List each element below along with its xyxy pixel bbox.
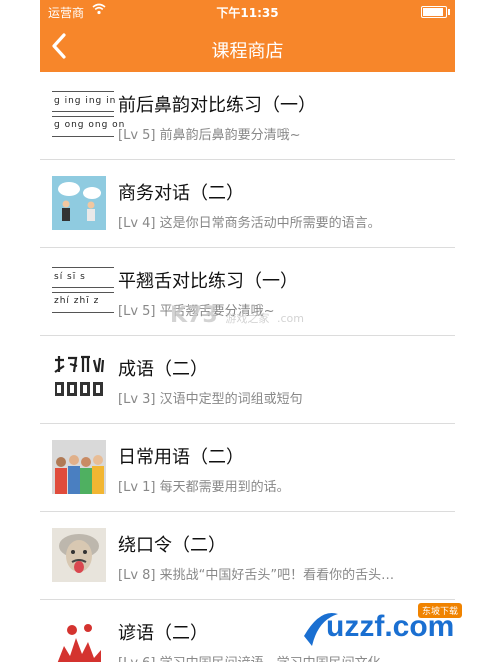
business-dialogue-image bbox=[52, 176, 106, 230]
pinyin-thumbnail: sí sī s zhí zhī z bbox=[52, 264, 114, 318]
pinyin-top-label: ɡ ing ing in bbox=[54, 96, 117, 106]
logo-tag: 东坡下载 bbox=[418, 603, 463, 618]
idiom-calligraphy-image bbox=[52, 352, 106, 406]
watermark: K73 游戏之家 .com bbox=[170, 303, 304, 328]
papercut-image bbox=[52, 616, 106, 662]
pinyin-thumbnail: ɡ ing ing in ɡ ong ong on bbox=[52, 88, 124, 142]
status-time: 下午11:35 bbox=[216, 6, 279, 20]
course-list: ɡ ing ing in ɡ ong ong on 前后鼻韵对比练习（一） [L… bbox=[40, 72, 455, 662]
course-description: [Lv 5] 前鼻韵后鼻韵要分清哦~ bbox=[118, 128, 301, 143]
pinyin-bottom-label: zhí zhī z bbox=[54, 296, 100, 306]
tongue-portrait-image bbox=[52, 528, 106, 582]
battery-icon bbox=[421, 6, 450, 18]
battery-fill bbox=[423, 8, 443, 16]
app-frame: 运营商 下午11:35 课程商店 ɡ ing ing in ɡ ong ong … bbox=[40, 0, 455, 662]
site-logo: uzzf.com 东坡下载 bbox=[300, 600, 482, 658]
course-description: [Lv 8] 来挑战“中国好舌头”吧！看看你的舌头… bbox=[118, 568, 395, 583]
course-item[interactable]: 商务对话（二） [Lv 4] 这是你日常商务活动中所需要的语言。 bbox=[40, 160, 455, 248]
course-title: 日常用语（二） bbox=[118, 447, 244, 468]
pinyin-bottom-label: ɡ ong ong on bbox=[54, 120, 126, 130]
course-description: [Lv 3] 汉语中定型的词组或短句 bbox=[118, 392, 303, 407]
course-title: 平翘舌对比练习（一） bbox=[118, 271, 298, 292]
course-title: 商务对话（二） bbox=[118, 183, 244, 204]
course-item[interactable]: 成语（二） [Lv 3] 汉语中定型的词组或短句 bbox=[40, 336, 455, 424]
navigation-bar: 课程商店 bbox=[40, 24, 455, 72]
status-bar: 运营商 下午11:35 bbox=[40, 0, 455, 24]
course-title: 成语（二） bbox=[118, 359, 208, 380]
watermark-text: K73 bbox=[170, 303, 218, 328]
course-title: 谚语（二） bbox=[118, 623, 208, 644]
pinyin-top-label: sí sī s bbox=[54, 272, 86, 282]
people-crowd-image bbox=[52, 440, 106, 494]
course-item[interactable]: 绕口令（二） [Lv 8] 来挑战“中国好舌头”吧！看看你的舌头… bbox=[40, 512, 455, 600]
watermark-sub: 游戏之家 bbox=[225, 312, 270, 325]
course-description: [Lv 1] 每天都需要用到的话。 bbox=[118, 480, 290, 495]
course-title: 前后鼻韵对比练习（一） bbox=[118, 95, 316, 116]
watermark-domain: .com bbox=[277, 312, 305, 325]
course-description: [Lv 4] 这是你日常商务活动中所需要的语言。 bbox=[118, 216, 381, 231]
page-title: 课程商店 bbox=[211, 41, 284, 62]
course-item[interactable]: 日常用语（二） [Lv 1] 每天都需要用到的话。 bbox=[40, 424, 455, 512]
course-title: 绕口令（二） bbox=[118, 535, 226, 556]
course-item[interactable]: ɡ ing ing in ɡ ong ong on 前后鼻韵对比练习（一） [L… bbox=[40, 72, 455, 160]
